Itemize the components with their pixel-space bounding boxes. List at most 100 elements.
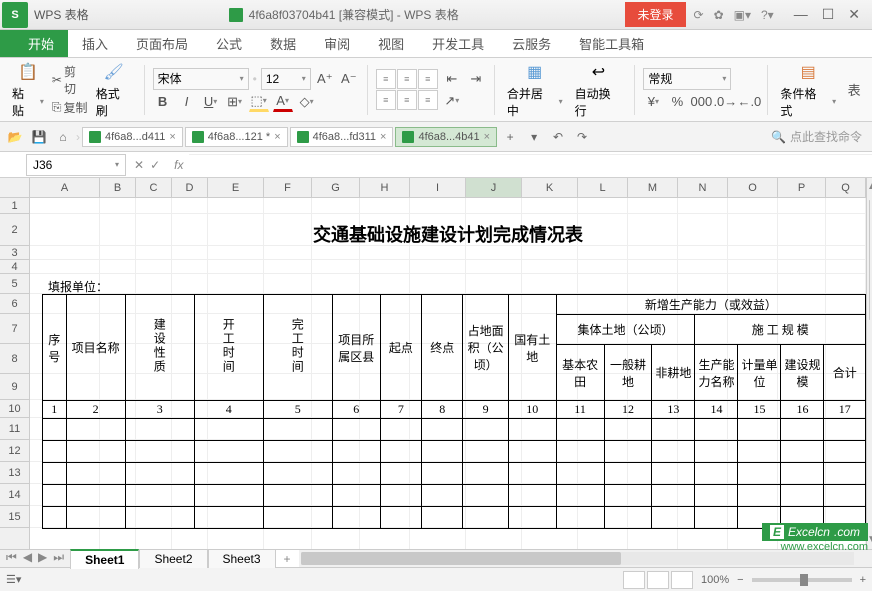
fill-color-button[interactable]: ⬚▾: [249, 92, 269, 112]
home-icon[interactable]: ⌂: [52, 126, 74, 148]
paste-button[interactable]: 📋 粘贴▾: [8, 59, 48, 121]
fx-label[interactable]: fx: [168, 158, 189, 172]
row-header-13[interactable]: 13: [0, 462, 29, 484]
sheet-tab-2[interactable]: Sheet3: [208, 549, 276, 568]
comma-button[interactable]: 000: [691, 92, 711, 112]
row-header-10[interactable]: 10: [0, 400, 29, 418]
sheet-tab-0[interactable]: Sheet1: [70, 549, 139, 569]
font-name-select[interactable]: 宋体▾: [153, 68, 249, 90]
tab-insert[interactable]: 插入: [68, 30, 122, 57]
row-header-2[interactable]: 2: [0, 214, 29, 246]
row-header-1[interactable]: 1: [0, 198, 29, 214]
sheet-first-icon[interactable]: ⏮: [6, 550, 17, 567]
col-header-O[interactable]: O: [728, 178, 778, 197]
col-header-Q[interactable]: Q: [826, 178, 866, 197]
decrease-font-button[interactable]: A⁻: [339, 69, 359, 89]
italic-button[interactable]: I: [177, 92, 197, 112]
alignment-grid[interactable]: ≡≡≡ ≡≡≡: [376, 69, 438, 110]
formula-input[interactable]: [189, 154, 872, 176]
bold-button[interactable]: B: [153, 92, 173, 112]
tab-view[interactable]: 视图: [364, 30, 418, 57]
zoom-in-button[interactable]: +: [860, 574, 866, 586]
row-header-8[interactable]: 8: [0, 344, 29, 374]
col-header-P[interactable]: P: [778, 178, 826, 197]
col-header-H[interactable]: H: [360, 178, 410, 197]
col-header-A[interactable]: A: [30, 178, 100, 197]
percent-button[interactable]: %: [667, 92, 687, 112]
row-header-14[interactable]: 14: [0, 484, 29, 506]
scroll-up-icon[interactable]: ▲: [867, 178, 872, 196]
tab-formula[interactable]: 公式: [202, 30, 256, 57]
view-normal-button[interactable]: [623, 571, 645, 589]
row-header-15[interactable]: 15: [0, 506, 29, 528]
cancel-formula-icon[interactable]: ✕: [134, 158, 144, 172]
col-header-K[interactable]: K: [522, 178, 578, 197]
col-header-B[interactable]: B: [100, 178, 136, 197]
zoom-out-button[interactable]: −: [737, 574, 743, 586]
col-header-E[interactable]: E: [208, 178, 264, 197]
wrap-text-button[interactable]: ↩ 自动换行: [571, 59, 627, 121]
tab-dev[interactable]: 开发工具: [418, 30, 498, 57]
currency-button[interactable]: ¥▾: [643, 92, 663, 112]
tab-review[interactable]: 审阅: [310, 30, 364, 57]
gear-icon[interactable]: ✿: [714, 8, 724, 22]
vscroll-thumb[interactable]: [869, 200, 870, 320]
font-color-button[interactable]: A▾: [273, 92, 293, 112]
home-stripe[interactable]: [0, 30, 14, 57]
cond-format-button[interactable]: ▤ 条件格式▾: [776, 59, 840, 121]
vertical-scrollbar[interactable]: ▲ ▼: [866, 178, 872, 549]
row-header-6[interactable]: 6: [0, 294, 29, 314]
doc-tab-1[interactable]: 4f6a8...121 *×: [185, 127, 288, 147]
undo-button[interactable]: ↶: [547, 126, 569, 148]
row-headers[interactable]: 123456789101112131415: [0, 198, 30, 549]
col-header-L[interactable]: L: [578, 178, 628, 197]
tab-smarttools[interactable]: 智能工具箱: [565, 30, 658, 57]
tab-start[interactable]: 开始: [14, 30, 68, 57]
sheet-last-icon[interactable]: ⏭: [53, 550, 64, 567]
column-headers[interactable]: ABCDEFGHIJKLMNOPQ: [30, 178, 866, 198]
dec-decimal-button[interactable]: ←.0: [739, 92, 759, 112]
col-header-M[interactable]: M: [628, 178, 678, 197]
open-icon[interactable]: 📂: [4, 126, 26, 148]
orientation-button[interactable]: ↗▾: [442, 91, 462, 111]
close-tab-icon[interactable]: ×: [169, 131, 175, 143]
horizontal-scrollbar[interactable]: [301, 552, 854, 565]
select-all-corner[interactable]: [0, 178, 30, 198]
redo-button[interactable]: ↷: [571, 126, 593, 148]
col-header-G[interactable]: G: [312, 178, 360, 197]
copy-button[interactable]: ⎘复制: [52, 99, 88, 116]
table-style-button[interactable]: 表: [844, 80, 864, 100]
zoom-slider[interactable]: [752, 578, 852, 582]
inc-decimal-button[interactable]: .0→: [715, 92, 735, 112]
indent-dec-button[interactable]: ⇤: [442, 69, 462, 89]
doc-tab-2[interactable]: 4f6a8...fd311×: [290, 127, 394, 147]
sheet-tab-1[interactable]: Sheet2: [139, 549, 207, 568]
skin-icon[interactable]: ▣▾: [734, 8, 751, 22]
font-size-select[interactable]: 12▾: [261, 68, 311, 90]
grid[interactable]: 交通基础设施建设计划完成情况表 填报单位： 序号 项目名称 建设性质 开工时间 …: [30, 198, 866, 549]
hscroll-thumb[interactable]: [301, 552, 621, 565]
sheet-next-icon[interactable]: ▶: [38, 550, 47, 567]
format-painter-button[interactable]: 🖌 格式刷: [92, 59, 136, 121]
sheet-prev-icon[interactable]: ◀: [23, 550, 32, 567]
row-header-11[interactable]: 11: [0, 418, 29, 440]
tab-data[interactable]: 数据: [256, 30, 310, 57]
row-header-3[interactable]: 3: [0, 246, 29, 260]
new-tab-button[interactable]: +: [499, 126, 521, 148]
view-page-button[interactable]: [647, 571, 669, 589]
tab-layout[interactable]: 页面布局: [122, 30, 202, 57]
accept-formula-icon[interactable]: ✓: [150, 158, 160, 172]
sync-icon[interactable]: ⟳: [694, 8, 704, 22]
underline-button[interactable]: U▾: [201, 92, 221, 112]
help-icon[interactable]: ?▾: [761, 8, 774, 22]
col-header-N[interactable]: N: [678, 178, 728, 197]
col-header-F[interactable]: F: [264, 178, 312, 197]
maximize-icon[interactable]: ☐: [822, 6, 835, 23]
col-header-C[interactable]: C: [136, 178, 172, 197]
view-break-button[interactable]: [671, 571, 693, 589]
close-tab-icon[interactable]: ×: [274, 131, 280, 143]
row-header-12[interactable]: 12: [0, 440, 29, 462]
clear-button[interactable]: ◇▾: [297, 92, 317, 112]
col-header-J[interactable]: J: [466, 178, 522, 197]
doc-tab-0[interactable]: 4f6a8...d411×: [82, 127, 183, 147]
